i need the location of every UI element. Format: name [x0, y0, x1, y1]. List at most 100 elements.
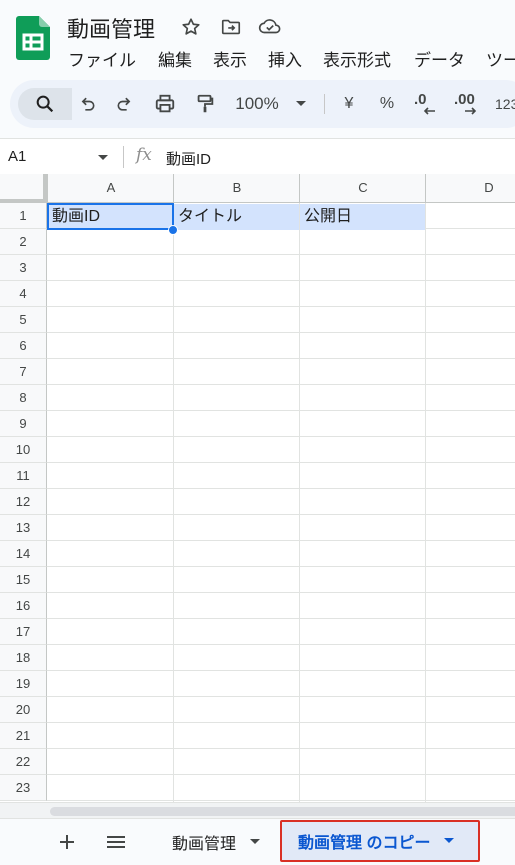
- hamburger-menu-icon: [107, 836, 125, 848]
- row-header[interactable]: 9: [0, 411, 47, 437]
- spreadsheet-grid[interactable]: A B C D 1 2 3 4 5 6 7 8 9 10 11 12 13 14 15 16 17 18 19 20 2…: [0, 174, 515, 802]
- row-gridline: [47, 436, 515, 437]
- menu-format[interactable]: 表示形式: [323, 46, 391, 71]
- column-header-d[interactable]: D: [425, 174, 515, 203]
- row-gridline: [47, 488, 515, 489]
- row-gridline: [47, 280, 515, 281]
- column-gridline: [425, 203, 426, 802]
- redo-button[interactable]: [112, 88, 138, 120]
- menu-data[interactable]: データ: [414, 46, 465, 71]
- print-button[interactable]: [152, 88, 178, 120]
- formula-input[interactable]: 動画ID: [166, 148, 211, 169]
- column-gridline: [173, 203, 174, 802]
- row-header[interactable]: 23: [0, 775, 47, 801]
- undo-button[interactable]: [74, 88, 100, 120]
- row-header[interactable]: 19: [0, 671, 47, 697]
- row-gridline: [47, 514, 515, 515]
- increase-decimal-button[interactable]: .00: [454, 88, 484, 120]
- document-title[interactable]: 動画管理: [67, 12, 155, 44]
- increase-decimal-label: .00: [454, 91, 475, 108]
- paint-format-icon: [197, 94, 214, 113]
- decrease-decimal-button[interactable]: .0: [414, 88, 440, 120]
- menu-view[interactable]: 表示: [213, 46, 247, 71]
- search-menus-button[interactable]: [18, 88, 72, 120]
- row-gridline: [47, 332, 515, 333]
- app-header: 動画管理 ファイル 編集 表示 挿入 表示形式 データ ツー: [0, 0, 515, 78]
- menu-edit[interactable]: 編集: [158, 46, 192, 71]
- select-all-corner[interactable]: [0, 174, 47, 203]
- column-header-c[interactable]: C: [299, 174, 426, 203]
- row-gridline: [47, 670, 515, 671]
- row-header[interactable]: 1: [0, 203, 47, 229]
- active-sheet-tab-label: 動画管理 のコピー: [298, 835, 431, 852]
- row-header[interactable]: 16: [0, 593, 47, 619]
- caret-down-icon: [250, 839, 261, 844]
- toolbar: 100% ¥ % .0 .00 123: [10, 80, 515, 128]
- menu-tools[interactable]: ツー: [486, 46, 515, 71]
- horizontal-scrollbar[interactable]: [0, 802, 515, 818]
- zoom-dropdown-button[interactable]: [293, 88, 309, 120]
- row-gridline: [47, 618, 515, 619]
- percent-format-button[interactable]: %: [376, 88, 398, 120]
- row-header[interactable]: 13: [0, 515, 47, 541]
- row-header[interactable]: 5: [0, 307, 47, 333]
- row-header[interactable]: 6: [0, 333, 47, 359]
- menu-insert[interactable]: 挿入: [268, 46, 302, 71]
- print-icon: [155, 94, 175, 113]
- row-header[interactable]: 8: [0, 385, 47, 411]
- arrow-left-icon: [423, 107, 435, 115]
- name-box[interactable]: A1: [8, 148, 26, 165]
- search-icon: [36, 95, 54, 113]
- row-gridline: [47, 306, 515, 307]
- sheet-tab-video-management[interactable]: 動画管理: [160, 819, 278, 865]
- currency-format-button[interactable]: ¥: [338, 88, 360, 120]
- redo-icon: [117, 97, 131, 111]
- row-gridline: [47, 384, 515, 385]
- row-header[interactable]: 12: [0, 489, 47, 515]
- row-header[interactable]: 22: [0, 749, 47, 775]
- row-gridline: [47, 592, 515, 593]
- cloud-saved-icon[interactable]: [258, 15, 282, 39]
- row-header[interactable]: 17: [0, 619, 47, 645]
- formula-bar: A1 fx 動画ID: [0, 138, 515, 174]
- scrollbar-thumb[interactable]: [50, 807, 515, 816]
- row-header[interactable]: 10: [0, 437, 47, 463]
- sheets-logo-icon[interactable]: [16, 16, 50, 60]
- row-header[interactable]: 2: [0, 229, 47, 255]
- arrow-right-icon: [465, 107, 477, 115]
- add-sheet-button[interactable]: [56, 831, 78, 853]
- row-gridline: [47, 254, 515, 255]
- zoom-value: 100%: [235, 94, 279, 113]
- column-header-b[interactable]: B: [173, 174, 300, 203]
- name-box-caret-icon[interactable]: [97, 154, 109, 162]
- cell-c1[interactable]: 公開日: [300, 204, 425, 230]
- fill-handle[interactable]: [168, 225, 178, 235]
- row-header[interactable]: 14: [0, 541, 47, 567]
- formula-bar-divider: [123, 146, 124, 168]
- all-sheets-button[interactable]: [105, 831, 127, 853]
- row-gridline: [47, 540, 515, 541]
- zoom-select[interactable]: 100%: [232, 88, 282, 120]
- row-header[interactable]: 18: [0, 645, 47, 671]
- row-header[interactable]: 11: [0, 463, 47, 489]
- row-header[interactable]: 4: [0, 281, 47, 307]
- paint-format-button[interactable]: [192, 88, 218, 120]
- row-header[interactable]: 3: [0, 255, 47, 281]
- row-header[interactable]: 7: [0, 359, 47, 385]
- plus-icon: [60, 835, 74, 849]
- sheet-tab-video-management-copy[interactable]: 動画管理 のコピー: [280, 820, 480, 862]
- move-to-folder-icon[interactable]: [219, 15, 243, 39]
- row-gridline: [47, 722, 515, 723]
- number-format-button[interactable]: 123: [495, 88, 515, 120]
- row-header[interactable]: 20: [0, 697, 47, 723]
- cell-b1[interactable]: タイトル: [174, 204, 299, 230]
- caret-down-icon: [444, 838, 455, 843]
- caret-down-icon: [296, 101, 306, 106]
- column-header-a[interactable]: A: [47, 174, 174, 203]
- row-gridline: [47, 410, 515, 411]
- decrease-decimal-label: .0: [414, 91, 427, 108]
- row-header[interactable]: 21: [0, 723, 47, 749]
- row-header[interactable]: 15: [0, 567, 47, 593]
- menu-file[interactable]: ファイル: [68, 46, 136, 71]
- star-icon[interactable]: [179, 15, 203, 39]
